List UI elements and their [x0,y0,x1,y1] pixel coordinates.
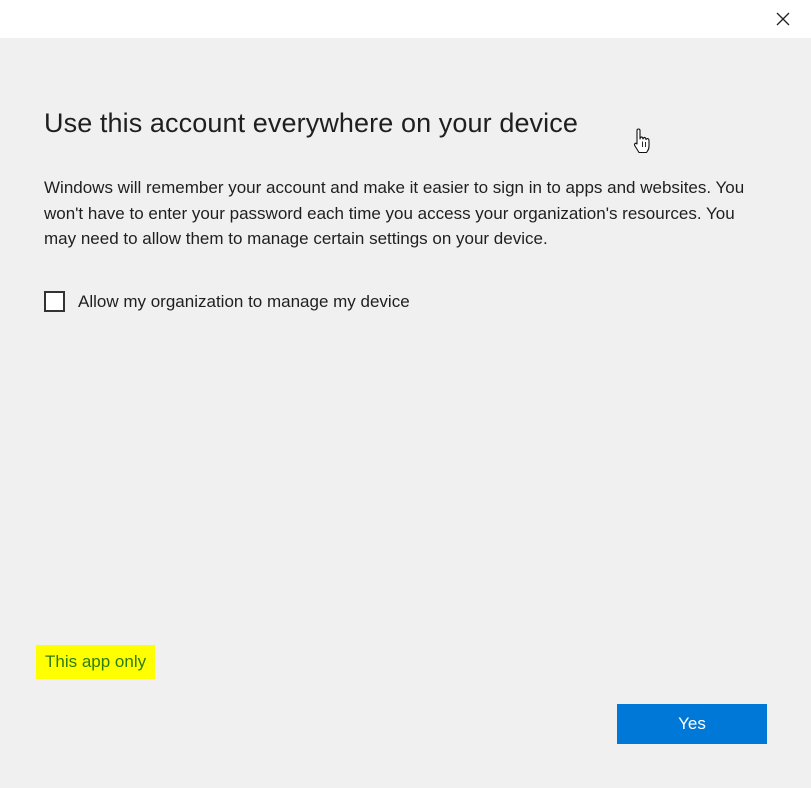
yes-button[interactable]: Yes [617,704,767,744]
hand-pointer-icon [632,128,652,161]
title-bar [0,0,811,38]
dialog-title: Use this account everywhere on your devi… [44,108,578,138]
dialog-content: Use this account everywhere on your devi… [0,38,811,788]
this-app-only-link[interactable]: This app only [36,645,156,679]
close-icon [776,12,790,26]
manage-device-checkbox[interactable] [44,291,65,312]
manage-device-checkbox-row[interactable]: Allow my organization to manage my devic… [44,291,410,312]
dialog-description: Windows will remember your account and m… [44,178,745,248]
close-button[interactable] [766,4,800,34]
manage-device-checkbox-label[interactable]: Allow my organization to manage my devic… [78,292,410,312]
